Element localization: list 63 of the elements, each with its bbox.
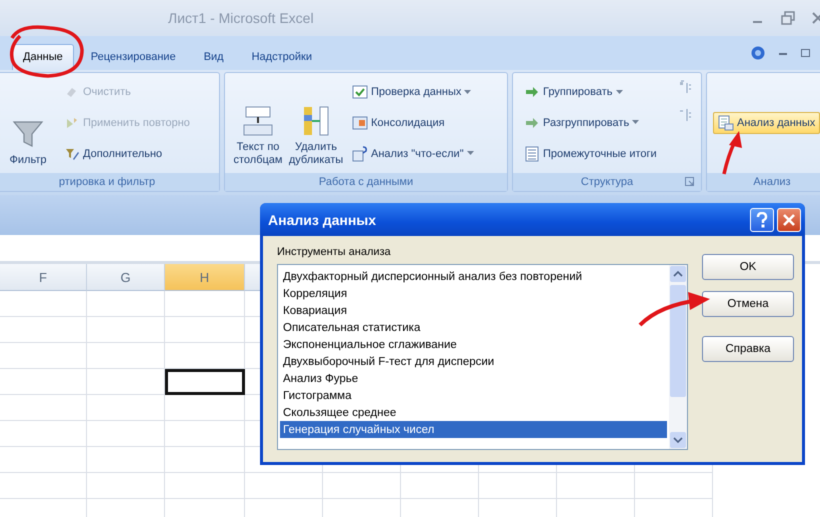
- restore-icon[interactable]: [801, 49, 810, 57]
- question-icon: [756, 212, 768, 228]
- list-item[interactable]: Гистограмма: [280, 387, 667, 404]
- list-item[interactable]: Генерация случайных чисел: [280, 421, 667, 438]
- column-header[interactable]: F: [0, 264, 87, 291]
- list-item[interactable]: Ковариация: [280, 302, 667, 319]
- ribbon-button[interactable]: Разгруппировать: [519, 112, 662, 134]
- list-item[interactable]: Анализ Фурье: [280, 370, 667, 387]
- ribbon-button[interactable]: Текст по столбцам: [231, 77, 285, 169]
- annotation-arrow: [638, 292, 710, 326]
- group-label: ртировка и фильтр: [58, 176, 156, 188]
- outline-icon: [677, 107, 693, 123]
- text-columns-icon: [242, 105, 274, 137]
- annotation-arrow: [722, 131, 742, 174]
- dialog-button[interactable]: OK: [702, 254, 794, 280]
- close-icon: [782, 212, 796, 226]
- launcher-icon[interactable]: [685, 177, 695, 187]
- list-item[interactable]: Скользящее среднее: [280, 404, 667, 421]
- scroll-down-icon[interactable]: [669, 431, 687, 449]
- ribbon-button[interactable]: Дополнительно: [59, 142, 195, 165]
- ribbon-tab[interactable]: Надстройки: [240, 44, 323, 70]
- minimize-icon[interactable]: [779, 51, 787, 55]
- column-header[interactable]: H: [165, 264, 245, 291]
- ribbon-button[interactable]: Удалить дубликаты: [289, 77, 343, 169]
- ribbon-button[interactable]: Анализ "что-если": [347, 142, 479, 165]
- scrollbar[interactable]: [669, 265, 687, 449]
- ribbon-tab[interactable]: Данные: [12, 44, 74, 70]
- close-button[interactable]: [777, 208, 801, 232]
- help-icon[interactable]: [751, 46, 765, 60]
- group-label: Анализ: [753, 176, 791, 188]
- list-item[interactable]: Двухфакторный дисперсионный анализ без повторений: [280, 268, 667, 285]
- outline-icon: [677, 79, 693, 95]
- ribbon-button[interactable]: Проверка данных: [347, 81, 479, 104]
- consolidate-icon: [352, 114, 368, 131]
- dialog-button[interactable]: Справка: [702, 336, 794, 362]
- group-label: Структура: [580, 176, 634, 188]
- list-item[interactable]: Описательная статистика: [280, 319, 667, 336]
- ribbon-button[interactable]: Консолидация: [347, 112, 479, 134]
- group-label: Работа с данными: [318, 176, 414, 188]
- tools-list[interactable]: [277, 264, 688, 450]
- list-label: Инструменты анализа: [277, 246, 392, 258]
- restore-icon[interactable]: [780, 10, 796, 26]
- list-item[interactable]: Корреляция: [280, 285, 667, 302]
- data-analysis-icon: [718, 115, 734, 131]
- sheet-cell[interactable]: [165, 369, 245, 395]
- dialog-title: Анализ данных: [268, 212, 378, 228]
- window-title: Лист1 - Microsoft Excel: [168, 10, 315, 26]
- what-if-icon: [352, 146, 368, 162]
- ribbon-button[interactable]: Анализ данных: [713, 112, 820, 134]
- scroll-thumb[interactable]: [670, 285, 686, 397]
- subtotal-icon: [524, 146, 540, 162]
- list-item[interactable]: Двухвыборочный F-тест для дисперсии: [280, 353, 667, 370]
- column-header[interactable]: G: [87, 264, 165, 291]
- ribbon-button[interactable]: Промежуточные итоги: [519, 142, 662, 165]
- dialog-button[interactable]: Отмена: [702, 291, 794, 317]
- ribbon-button[interactable]: Фильтр: [1, 77, 55, 169]
- ribbon-tab[interactable]: Вид: [192, 44, 235, 70]
- list-item[interactable]: Экспоненциальное сглаживание: [280, 336, 667, 353]
- validation-icon: [352, 84, 368, 100]
- ribbon-button[interactable]: Группировать: [519, 81, 662, 104]
- scroll-up-icon[interactable]: [669, 265, 687, 283]
- ribbon-tab[interactable]: Рецензирование: [80, 44, 187, 70]
- help-button[interactable]: [750, 208, 774, 232]
